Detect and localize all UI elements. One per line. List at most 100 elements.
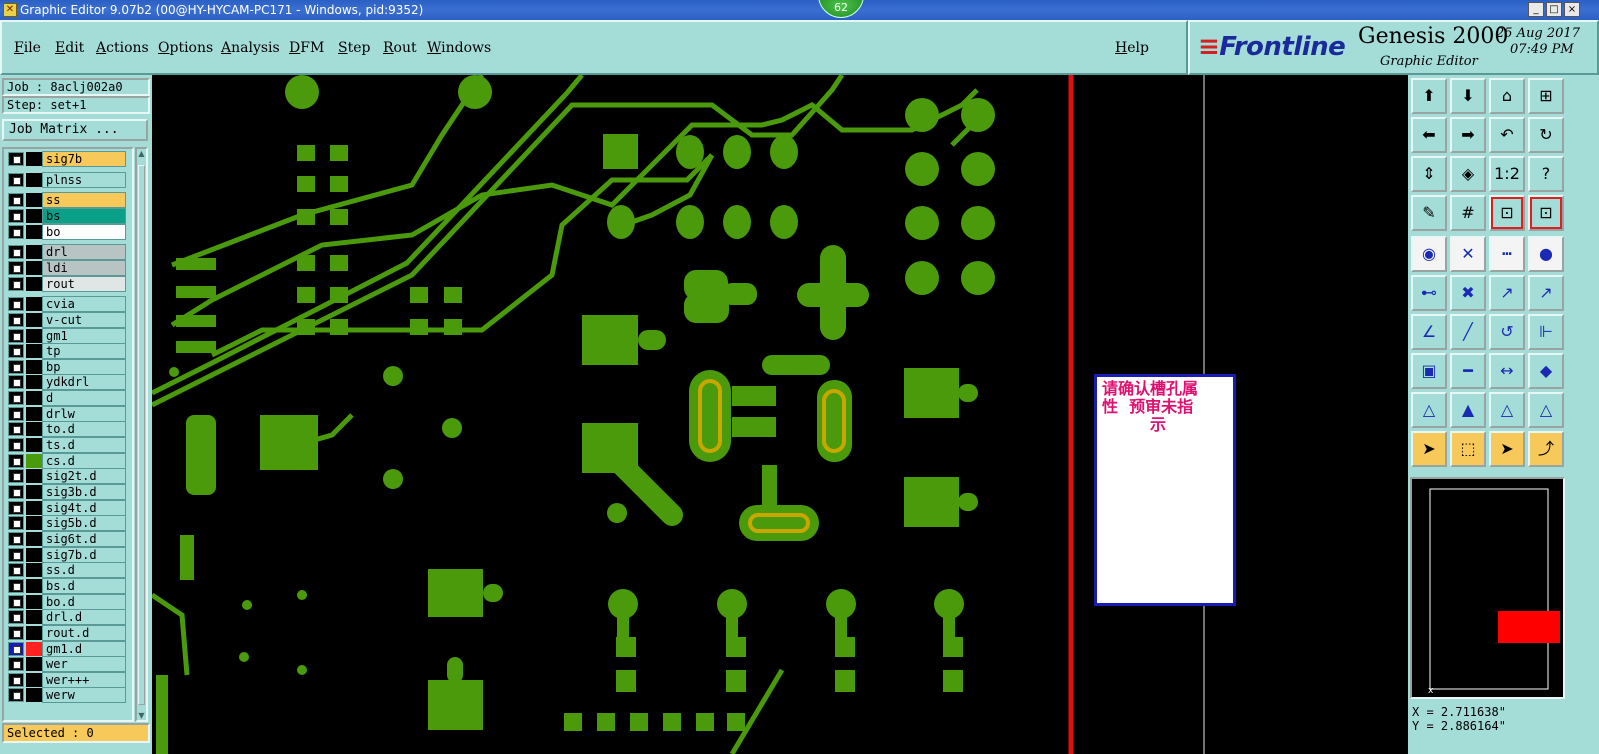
layer-row-wer[interactable]: wer: [6, 656, 128, 673]
fill-icon[interactable]: ◆: [1528, 353, 1564, 389]
menu-step[interactable]: Step: [338, 40, 370, 56]
menu-file[interactable]: File: [14, 40, 41, 56]
layer-name[interactable]: sig7b: [42, 151, 126, 167]
triangle-icon[interactable]: △: [1411, 392, 1447, 428]
layer-name[interactable]: ss: [42, 192, 126, 209]
layer-name[interactable]: drl.d: [42, 609, 126, 626]
layer-name[interactable]: cvia: [42, 296, 126, 313]
layer-row-drlw[interactable]: drlw: [6, 405, 128, 422]
one-to-one-icon[interactable]: 1:2: [1489, 156, 1525, 192]
layer-row-drl.d[interactable]: drl.d: [6, 609, 128, 626]
layer-row-sig6t.d[interactable]: sig6t.d: [6, 530, 128, 547]
surface-icon[interactable]: ●: [1528, 236, 1564, 272]
line-icon[interactable]: ╱: [1450, 314, 1486, 350]
maximize-button[interactable]: □: [1546, 2, 1562, 17]
scrollbar-thumb[interactable]: [138, 165, 145, 705]
pan-left-icon[interactable]: ⬅: [1411, 117, 1447, 153]
layer-name[interactable]: bo.d: [42, 593, 126, 610]
layer-name[interactable]: bs.d: [42, 577, 126, 594]
layer-name[interactable]: rout.d: [42, 624, 126, 641]
layer-row-sig5b.d[interactable]: sig5b.d: [6, 515, 128, 532]
layer-name[interactable]: v-cut: [42, 311, 126, 328]
layer-name[interactable]: ss.d: [42, 562, 126, 579]
layer-name[interactable]: sig2t.d: [42, 468, 126, 485]
grid-icon[interactable]: #: [1450, 195, 1486, 231]
layer-name[interactable]: sig5b.d: [42, 515, 126, 532]
menu-analysis[interactable]: Analysis: [221, 40, 280, 56]
fit-height-icon[interactable]: ⇕: [1411, 156, 1447, 192]
layer-checkbox[interactable]: [8, 172, 24, 187]
dimension-icon[interactable]: ↔: [1489, 353, 1525, 389]
select-chain-icon[interactable]: ⤴: [1528, 431, 1564, 467]
layer-name[interactable]: sig3b.d: [42, 484, 126, 500]
layer-mode-alt-icon[interactable]: ⊡: [1528, 195, 1564, 231]
layer-name[interactable]: drlw: [42, 405, 126, 422]
layer-name[interactable]: drl: [42, 244, 126, 261]
layer-name[interactable]: gm1: [42, 327, 126, 344]
zoom-fit-icon[interactable]: ◈: [1450, 156, 1486, 192]
layer-row-sig3b.d[interactable]: sig3b.d: [6, 484, 128, 500]
layer-name[interactable]: bs: [42, 207, 126, 224]
layer-row-bp[interactable]: bp: [6, 358, 128, 375]
overview-viewport[interactable]: [1498, 611, 1560, 643]
layer-row-rout[interactable]: rout: [6, 275, 128, 292]
measure-icon[interactable]: ✎: [1411, 195, 1447, 231]
layer-checkbox[interactable]: [8, 578, 24, 593]
home-icon[interactable]: ⌂: [1489, 78, 1525, 114]
triangle-flat-icon[interactable]: △: [1528, 392, 1564, 428]
layer-name[interactable]: bp: [42, 358, 126, 375]
layer-checkbox[interactable]: [8, 297, 24, 312]
layer-row-sig7b[interactable]: sig7b: [6, 151, 128, 167]
layer-row-ydkdrl[interactable]: ydkdrl: [6, 374, 128, 391]
cross-icon[interactable]: ✖: [1450, 275, 1486, 311]
layer-checkbox[interactable]: [8, 563, 24, 578]
layer-name[interactable]: sig7b.d: [42, 546, 126, 563]
layer-checkbox[interactable]: [8, 276, 24, 291]
layer-checkbox[interactable]: [8, 500, 24, 515]
layer-name[interactable]: sig6t.d: [42, 530, 126, 547]
layer-checkbox[interactable]: [8, 453, 24, 468]
layer-row-bo.d[interactable]: bo.d: [6, 593, 128, 610]
zoom-window-icon[interactable]: ⊞: [1528, 78, 1564, 114]
layer-name[interactable]: plnss: [42, 171, 126, 188]
select-box-icon[interactable]: ⬚: [1450, 431, 1486, 467]
layer-name[interactable]: ydkdrl: [42, 374, 126, 391]
layer-row-to.d[interactable]: to.d: [6, 421, 128, 438]
connect-icon[interactable]: ⊷: [1411, 275, 1447, 311]
layer-checkbox[interactable]: [8, 516, 24, 531]
layer-row-d[interactable]: d: [6, 390, 128, 407]
layer-row-ldi[interactable]: ldi: [6, 259, 128, 276]
close-button[interactable]: ×: [1564, 2, 1580, 17]
layer-checkbox[interactable]: [8, 469, 24, 484]
menu-options[interactable]: Options: [158, 40, 213, 56]
layer-checkbox[interactable]: [8, 485, 24, 499]
layer-row-gm1.d[interactable]: gm1.d: [6, 640, 128, 657]
pan-right-icon[interactable]: ➡: [1450, 117, 1486, 153]
layer-row-sig2t.d[interactable]: sig2t.d: [6, 468, 128, 485]
layer-checkbox[interactable]: [8, 260, 24, 275]
ruler-icon[interactable]: ┅: [1489, 236, 1525, 272]
layer-row-werw[interactable]: werw: [6, 687, 128, 704]
layer-checkbox[interactable]: [8, 245, 24, 260]
layer-name[interactable]: werw: [42, 687, 126, 704]
layer-checkbox[interactable]: [8, 375, 24, 390]
layer-checkbox[interactable]: [8, 625, 24, 640]
layer-name[interactable]: ldi: [42, 259, 126, 276]
mirror-icon[interactable]: ⊩: [1528, 314, 1564, 350]
layer-row-ss[interactable]: ss: [6, 192, 128, 209]
layer-name[interactable]: d: [42, 390, 126, 407]
overview-map[interactable]: x: [1410, 477, 1565, 699]
move-icon[interactable]: ✕: [1450, 236, 1486, 272]
layer-checkbox[interactable]: [8, 641, 24, 656]
select-arrow-icon[interactable]: ➤: [1489, 431, 1525, 467]
layer-name[interactable]: to.d: [42, 421, 126, 438]
layer-checkbox[interactable]: [8, 688, 24, 703]
layer-row-bs[interactable]: bs: [6, 207, 128, 224]
layer-row-rout.d[interactable]: rout.d: [6, 624, 128, 641]
layer-row-tp[interactable]: tp: [6, 343, 128, 360]
arc-icon[interactable]: ↺: [1489, 314, 1525, 350]
layer-row-bo[interactable]: bo: [6, 223, 128, 240]
layer-name[interactable]: gm1.d: [42, 640, 126, 657]
triangle-up-icon[interactable]: ▲: [1450, 392, 1486, 428]
layer-name[interactable]: cs.d: [42, 452, 126, 469]
